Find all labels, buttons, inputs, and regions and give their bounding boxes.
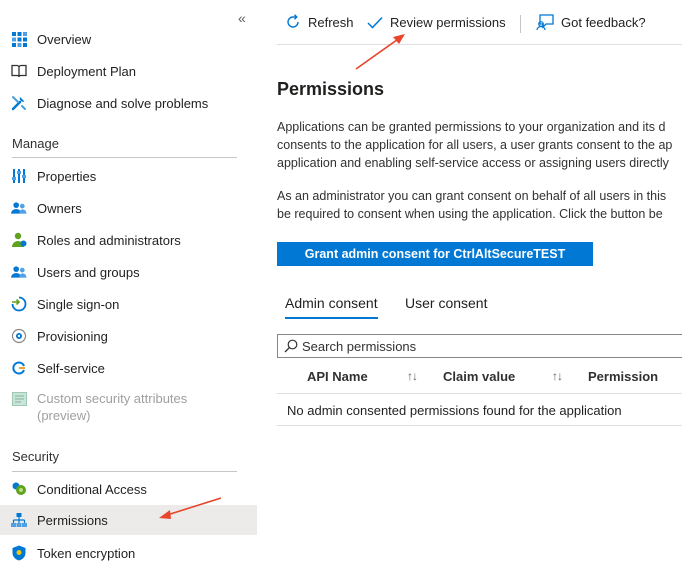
people-icon xyxy=(11,264,27,280)
table-divider xyxy=(277,425,682,426)
conditional-access-icon xyxy=(11,481,27,497)
section-divider xyxy=(12,157,237,158)
sidebar-item-label: Properties xyxy=(37,168,97,184)
sidebar-item-label: Roles and administrators xyxy=(37,232,181,248)
shield-icon xyxy=(11,545,27,561)
sidebar-item-label: Users and groups xyxy=(37,264,140,280)
book-icon xyxy=(11,63,27,79)
empty-table-message: No admin consented permissions found for… xyxy=(287,403,622,418)
table-divider xyxy=(277,393,682,394)
sidebar-item-label: Diagnose and solve problems xyxy=(37,95,209,111)
sidebar-item-label: Overview xyxy=(37,31,92,47)
sidebar-item-custom-security-attributes[interactable]: Custom security attributes (preview) xyxy=(0,390,257,426)
sidebar-item-label-sub: (preview) xyxy=(37,408,91,423)
section-divider xyxy=(12,471,237,472)
column-header-claim-value[interactable]: Claim value xyxy=(443,369,515,384)
description-line: consents to the application for all user… xyxy=(277,138,673,152)
self-service-icon xyxy=(11,360,27,376)
sliders-icon xyxy=(11,168,27,184)
checkmark-icon xyxy=(367,16,383,29)
tab-user-consent[interactable]: User consent xyxy=(405,295,487,311)
sidebar-item-label: Owners xyxy=(37,200,82,216)
review-permissions-label: Review permissions xyxy=(390,14,506,30)
sidebar-item-label: Custom security attributes xyxy=(37,391,188,406)
sidebar-item-provisioning[interactable]: Provisioning xyxy=(0,321,257,351)
search-input[interactable] xyxy=(302,338,662,354)
hierarchy-icon xyxy=(11,512,27,528)
description-line: be required to consent when using the ap… xyxy=(277,207,663,221)
sidebar-item-label: Token encryption xyxy=(37,545,136,561)
sidebar-item-label: Self-service xyxy=(37,360,105,376)
feedback-button[interactable]: Got feedback? xyxy=(536,0,646,44)
attributes-icon xyxy=(11,391,27,407)
sidebar-item-properties[interactable]: Properties xyxy=(0,161,257,191)
sidebar-item-label: Permissions xyxy=(37,512,108,528)
sidebar-item-users-groups[interactable]: Users and groups xyxy=(0,257,257,287)
sidebar-item-sso[interactable]: Single sign-on xyxy=(0,289,257,319)
sidebar-item-roles[interactable]: Roles and administrators xyxy=(0,225,257,255)
description-line: Applications can be granted permissions … xyxy=(277,120,666,134)
review-permissions-button[interactable]: Review permissions xyxy=(367,0,506,44)
sidebar-item-label: Deployment Plan xyxy=(37,63,136,79)
sidebar-item-overview[interactable]: Overview xyxy=(0,24,257,54)
search-box[interactable] xyxy=(277,334,682,358)
sidebar-item-diagnose[interactable]: Diagnose and solve problems xyxy=(0,88,257,118)
command-bar: Refresh Review permissions Got feedback? xyxy=(277,0,682,45)
sidebar-item-label: Conditional Access xyxy=(37,481,147,497)
description-paragraph: Applications can be granted permissions … xyxy=(277,118,682,172)
sidebar-item-self-service[interactable]: Self-service xyxy=(0,353,257,383)
description-line: As an administrator you can grant consen… xyxy=(277,189,667,203)
section-heading-manage: Manage xyxy=(12,136,59,151)
refresh-icon xyxy=(285,14,301,30)
column-header-permission[interactable]: Permission xyxy=(588,369,658,384)
sso-icon xyxy=(11,296,27,312)
sidebar-item-conditional-access[interactable]: Conditional Access xyxy=(0,474,257,504)
description-line: application and enabling self-service ac… xyxy=(277,156,669,170)
sidebar-item-deployment-plan[interactable]: Deployment Plan xyxy=(0,56,257,86)
sidebar-item-owners[interactable]: Owners xyxy=(0,193,257,223)
grid-icon xyxy=(11,31,27,47)
admin-paragraph: As an administrator you can grant consen… xyxy=(277,187,682,223)
person-icon xyxy=(11,232,27,248)
people-icon xyxy=(11,200,27,216)
refresh-button[interactable]: Refresh xyxy=(285,0,354,44)
feedback-icon xyxy=(536,13,554,31)
sidebar: « Overview Deployment Plan Diagnose and … xyxy=(0,0,257,579)
grant-admin-consent-button[interactable]: Grant admin consent for CtrlAltSecureTES… xyxy=(277,242,593,266)
section-heading-security: Security xyxy=(12,449,59,464)
sidebar-item-label: Provisioning xyxy=(37,328,108,344)
sidebar-item-token-encryption[interactable]: Token encryption xyxy=(0,538,257,568)
page-title: Permissions xyxy=(277,79,385,99)
wrench-icon xyxy=(11,95,27,111)
column-header-api-name[interactable]: API Name xyxy=(307,369,368,384)
refresh-label: Refresh xyxy=(308,14,354,30)
provisioning-icon xyxy=(11,328,27,344)
sort-icon[interactable]: ↑↓ xyxy=(407,369,418,383)
sidebar-item-label: Single sign-on xyxy=(37,296,120,312)
sort-icon[interactable]: ↑↓ xyxy=(552,369,563,383)
toolbar-divider xyxy=(520,15,521,33)
tab-admin-consent[interactable]: Admin consent xyxy=(285,295,378,319)
search-icon xyxy=(284,339,298,353)
feedback-label: Got feedback? xyxy=(561,14,646,30)
sidebar-item-permissions[interactable]: Permissions xyxy=(0,505,257,535)
